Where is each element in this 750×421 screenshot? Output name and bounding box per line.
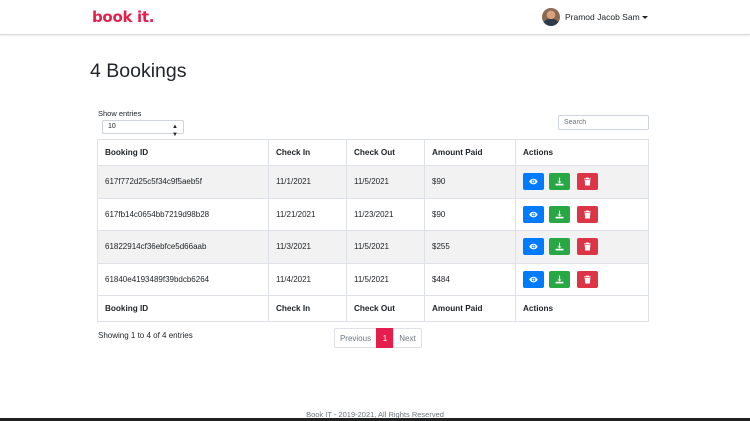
booking-id-cell: 617f772d25c5f34c9f5aeb5f [97,165,269,199]
column-header-booking-id[interactable]: Booking ID [97,139,269,166]
view-button[interactable] [523,238,544,256]
next-page-button[interactable]: Next [393,328,422,348]
navbar: book it. Pramod Jacob Sam [0,0,750,35]
trash-icon [583,275,592,284]
user-name: Pramod Jacob Sam [565,12,640,22]
eye-icon [529,177,538,186]
eye-icon [529,242,538,251]
amount-paid-cell: $90 [424,165,516,199]
download-button[interactable] [549,173,570,191]
select-arrows-icon: ▲ ▼ [172,124,178,138]
trash-icon [583,177,592,186]
footer-header-actions[interactable]: Actions [515,295,649,322]
table-row: 617f772d25c5f34c9f5aeb5f 11/1/2021 11/5/20… [97,165,649,199]
booking-id-cell: 617fb14c0654bb7219d98b28 [97,197,269,231]
previous-page-button[interactable]: Previous [334,328,377,348]
entries-select-value: 10 [108,123,116,130]
check-out-cell: 11/5/2021 [346,165,425,199]
avatar [542,8,560,26]
amount-paid-cell: $255 [424,230,516,264]
entries-select[interactable]: 10 ▲ ▼ [102,120,184,138]
pagination: Previous 1 Next [334,328,422,348]
table-row: 61822914cf36ebfce5d66aab 11/3/2021 11/5/20… [97,230,649,264]
view-button[interactable] [523,173,544,191]
actions-cell [515,165,649,199]
user-menu[interactable]: Pramod Jacob Sam [542,8,648,26]
eye-icon [529,275,538,284]
table-row: 617fb14c0654bb7219d98b28 11/21/2021 11/23/… [97,197,649,231]
trash-icon [583,210,592,219]
download-button[interactable] [549,270,570,288]
table-footer-row: Booking ID Check In Check Out Amount Pai… [97,295,649,322]
column-header-actions[interactable]: Actions [515,139,649,166]
footer-header-amount-paid[interactable]: Amount Paid [424,295,516,322]
check-out-cell: 11/23/2021 [346,197,425,231]
column-header-check-out[interactable]: Check Out [346,139,425,166]
check-in-cell: 11/3/2021 [268,230,347,264]
caret-down-icon [641,16,648,19]
footer-header-check-out[interactable]: Check Out [346,295,425,322]
check-out-cell: 11/5/2021 [346,262,425,296]
download-icon [555,177,564,186]
download-button[interactable] [549,205,570,223]
download-icon [555,275,564,284]
actions-cell [515,197,649,231]
show-entries-label: Show entries [98,109,142,118]
footer-header-check-in[interactable]: Check In [268,295,347,322]
check-in-cell: 11/4/2021 [268,262,347,296]
footer-header-booking-id[interactable]: Booking ID [97,295,269,322]
delete-button[interactable] [577,238,598,256]
view-button[interactable] [523,205,544,223]
check-out-cell: 11/5/2021 [346,230,425,264]
check-in-cell: 11/1/2021 [268,165,347,199]
check-in-cell: 11/21/2021 [268,197,347,231]
booking-id-cell: 61822914cf36ebfce5d66aab [97,230,269,264]
view-button[interactable] [523,270,544,288]
page-title: 4 Bookings [90,60,187,82]
search-input[interactable] [558,115,649,130]
download-icon [555,210,564,219]
download-button[interactable] [549,238,570,256]
page-1-button[interactable]: 1 [376,328,394,348]
bookings-table: Booking ID Check In Check Out Amount Pai… [97,139,649,322]
table-row: 61840e4193489f39bdcb6264 11/4/2021 11/5/20… [97,262,649,296]
eye-icon [529,210,538,219]
trash-icon [583,242,592,251]
download-icon [555,242,564,251]
amount-paid-cell: $484 [424,262,516,296]
delete-button[interactable] [577,173,598,191]
actions-cell [515,230,649,264]
table-info: Showing 1 to 4 of 4 entries [98,331,193,340]
delete-button[interactable] [577,205,598,223]
column-header-check-in[interactable]: Check In [268,139,347,166]
amount-paid-cell: $90 [424,197,516,231]
actions-cell [515,262,649,296]
column-header-amount-paid[interactable]: Amount Paid [424,139,516,166]
booking-id-cell: 61840e4193489f39bdcb6264 [97,262,269,296]
delete-button[interactable] [577,270,598,288]
table-header-row: Booking ID Check In Check Out Amount Pai… [97,139,649,166]
brand-logo[interactable]: book it. [92,8,154,26]
